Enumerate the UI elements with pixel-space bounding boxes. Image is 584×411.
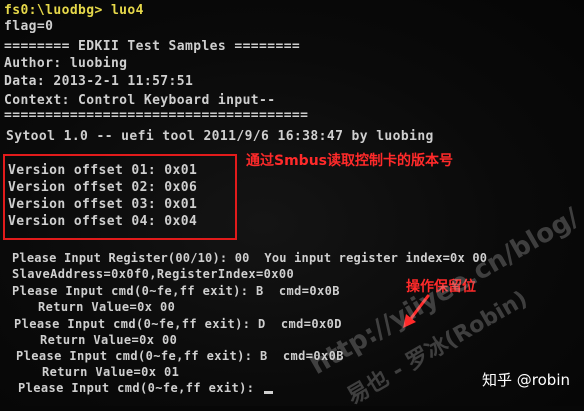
return-value-line-1: Return Value=0x 00: [38, 300, 176, 314]
flag-line: flag=0: [4, 19, 54, 34]
banner-title-line: ======== EDKII Test Samples ========: [4, 39, 301, 54]
cmd-input-line-3: Please Input cmd(0~fe,ff exit): B cmd=0x…: [16, 349, 344, 363]
slave-address-line: SlaveAddress=0x0f0,RegisterIndex=0x00: [12, 267, 295, 281]
return-value-line-3: Return Value=0x 01: [42, 365, 180, 379]
context-line: Context: Control Keyboard input--: [4, 93, 276, 108]
banner-separator-line: =====================================: [4, 108, 309, 123]
text-cursor: [264, 391, 273, 394]
cmd-input-line-4[interactable]: Please Input cmd(0~fe,ff exit):: [18, 381, 273, 395]
cmd-input-prompt: Please Input cmd(0~fe,ff exit):: [18, 381, 262, 395]
return-value-line-2: Return Value=0x 00: [40, 333, 178, 347]
zhihu-credit: 知乎 @robin: [482, 371, 570, 389]
author-line: Author: luobing: [4, 56, 128, 71]
shell-prompt-line: fs0:\luodbg> luo4: [4, 3, 144, 18]
version-annotation: 通过Smbus读取控制卡的版本号: [246, 153, 453, 169]
register-input-line: Please Input Register(00/10): 00 You inp…: [12, 251, 488, 265]
cmd-input-line-1: Please Input cmd(0~fe,ff exit): B cmd=0x…: [12, 284, 340, 298]
date-line: Data: 2013-2-1 11:57:51: [4, 74, 194, 89]
sytool-header-line: Sytool 1.0 -- uefi tool 2011/9/6 16:38:4…: [6, 129, 434, 144]
uefi-shell-screen: fs0:\luodbg> luo4 flag=0 ======== EDKII …: [0, 0, 584, 410]
version-highlight-box: [3, 154, 237, 240]
cmd-input-line-2: Please Input cmd(0~fe,ff exit): D cmd=0x…: [14, 317, 342, 331]
